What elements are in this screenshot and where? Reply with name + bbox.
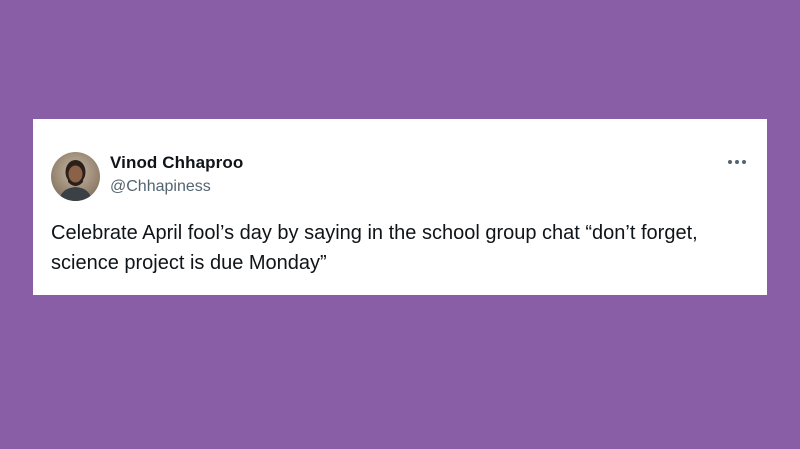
author-handle[interactable]: @Chhapiness [110,178,211,196]
tweet-card: Vinod Chhaproo @Chhapiness Celebrate Apr… [33,119,767,295]
avatar[interactable] [51,152,100,201]
more-options-icon [728,160,746,164]
author-name[interactable]: Vinod Chhaproo [110,153,243,173]
page-background: Vinod Chhaproo @Chhapiness Celebrate Apr… [0,0,800,449]
user-avatar-photo-icon [51,152,100,201]
tweet-text: Celebrate April fool’s day by saying in … [51,222,698,274]
more-options-button[interactable] [725,155,749,169]
